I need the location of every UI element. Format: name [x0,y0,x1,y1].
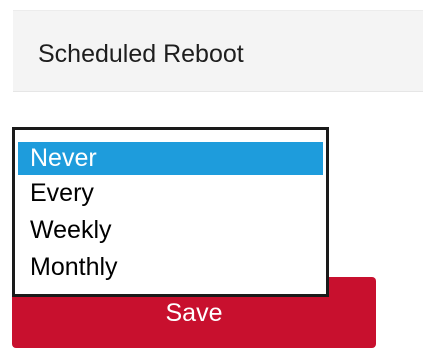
dropdown-option-every[interactable]: Every [18,175,323,212]
dropdown-option-never[interactable]: Never [18,142,323,175]
save-button-label: Save [165,299,223,327]
reboot-schedule-dropdown-list[interactable]: Never Every Weekly Monthly [12,127,329,297]
section-title: Scheduled Reboot [38,40,244,68]
dropdown-option-weekly[interactable]: Weekly [18,212,323,249]
section-header: Scheduled Reboot [13,10,423,92]
dropdown-option-monthly[interactable]: Monthly [18,249,323,286]
